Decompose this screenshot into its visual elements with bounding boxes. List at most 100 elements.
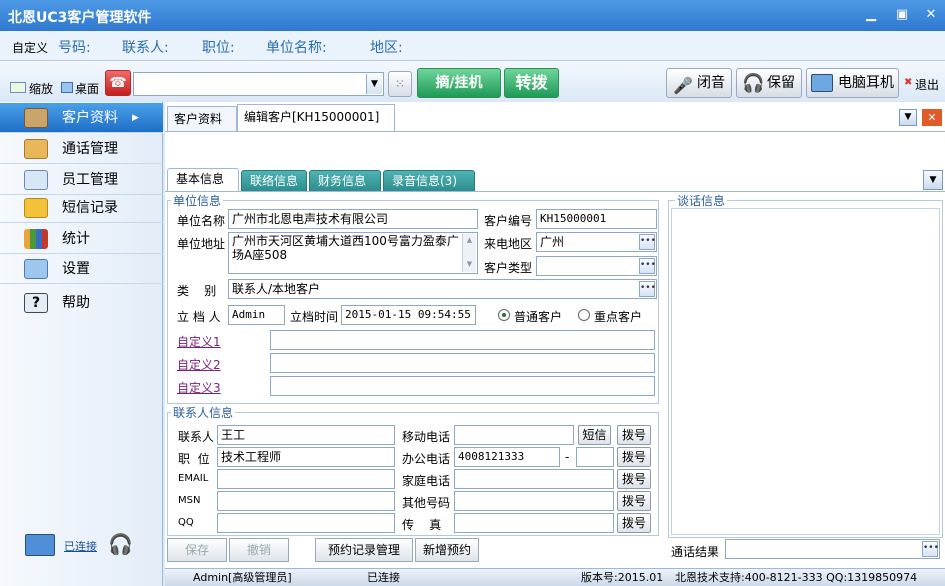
more-icon[interactable]: ••• bbox=[639, 234, 656, 250]
new-appointment-button[interactable]: 新增预约 bbox=[415, 538, 479, 562]
tab-edit-customer[interactable]: 编辑客户[KH15000001] bbox=[237, 104, 395, 132]
subtabs-dropdown-icon[interactable]: ▼ bbox=[923, 170, 943, 190]
custom-field-3-input[interactable] bbox=[270, 376, 655, 396]
talk-info-title: 谈话信息 bbox=[675, 192, 728, 209]
contact-info-title: 联系人信息 bbox=[171, 404, 236, 421]
home-phone-input[interactable] bbox=[454, 469, 614, 489]
custom-field-1-link[interactable]: 自定义1 bbox=[177, 333, 221, 350]
cancel-button[interactable]: 撤销 bbox=[229, 538, 289, 562]
company-name-input[interactable]: 广州市北恩电声技术有限公司 bbox=[228, 209, 478, 229]
more-icon[interactable]: ••• bbox=[639, 258, 656, 274]
custom-label[interactable]: 自定义 bbox=[12, 39, 48, 56]
save-button[interactable]: 保存 bbox=[167, 538, 227, 562]
mobile-label: 移动电话 bbox=[402, 430, 451, 444]
subtab-contact[interactable]: 联络信息 bbox=[241, 170, 307, 192]
office-phone-input[interactable]: 4008121333 bbox=[454, 447, 560, 467]
email-input[interactable] bbox=[217, 469, 395, 489]
subtab-finance[interactable]: 财务信息 bbox=[309, 170, 381, 192]
bar-chart-icon bbox=[24, 229, 48, 249]
phone-icon[interactable]: ☎ bbox=[105, 70, 131, 96]
key-customer-radio[interactable] bbox=[578, 309, 590, 321]
customer-code-input[interactable]: KH15000001 bbox=[536, 209, 657, 229]
transfer-button[interactable]: 转拨 bbox=[504, 68, 559, 98]
call-area-input[interactable]: 广州 ••• bbox=[536, 232, 657, 252]
creator-input[interactable]: Admin bbox=[228, 305, 285, 325]
appointment-records-button[interactable]: 预约记录管理 bbox=[315, 538, 413, 562]
dial-home-button[interactable]: 拨号 bbox=[617, 469, 651, 489]
connection-headset-icon: 🎧 bbox=[108, 532, 133, 556]
contact-name-input[interactable]: 王工 bbox=[217, 425, 395, 445]
exit-button[interactable]: 退出 bbox=[915, 76, 939, 93]
close-tab-icon[interactable]: ✕ bbox=[922, 109, 942, 126]
sidebar-item-customers[interactable]: 客户资料 ▶ bbox=[0, 103, 163, 133]
customer-type-input[interactable]: ••• bbox=[536, 256, 657, 276]
tabs-dropdown-icon[interactable]: ▼ bbox=[899, 109, 917, 126]
sidebar-item-calls[interactable]: 通话管理 bbox=[0, 134, 163, 164]
subtab-recordings[interactable]: 录音信息(3) bbox=[383, 170, 475, 192]
custom-field-1-input[interactable] bbox=[270, 330, 655, 350]
other-number-input[interactable] bbox=[454, 491, 614, 511]
sidebar-item-sms[interactable]: 短信记录 bbox=[0, 193, 163, 223]
tab-customer-list[interactable]: 客户资料 bbox=[167, 106, 237, 132]
hold-button[interactable]: 🎧 保留 bbox=[736, 68, 802, 98]
chevron-down-icon[interactable]: ▼ bbox=[366, 74, 382, 94]
contact-name-label: 联系人 bbox=[178, 430, 215, 444]
fax-input[interactable] bbox=[454, 513, 614, 533]
custom-field-2-link[interactable]: 自定义2 bbox=[177, 356, 221, 373]
more-icon[interactable]: ••• bbox=[639, 281, 656, 297]
dial-hangup-button[interactable]: 摘/挂机 bbox=[417, 68, 501, 98]
create-time-label: 立档时间 bbox=[290, 310, 339, 324]
phone-number-combo[interactable]: ▼ bbox=[133, 72, 384, 96]
headphone-icon: 🎧 bbox=[742, 73, 765, 94]
more-icon[interactable]: ••• bbox=[922, 541, 939, 557]
talk-info-textarea[interactable] bbox=[671, 208, 940, 535]
custom-field-2-input[interactable] bbox=[270, 353, 655, 373]
zoom-icon bbox=[10, 82, 26, 93]
status-support: 北恩技术支持:400-8121-333 QQ:1319850974 bbox=[675, 571, 918, 584]
mobile-input[interactable] bbox=[454, 425, 574, 445]
window-title: 北恩UC3客户管理软件 bbox=[8, 10, 152, 26]
normal-customer-radio[interactable] bbox=[498, 309, 510, 321]
custom-field-3-link[interactable]: 自定义3 bbox=[177, 379, 221, 396]
category-input[interactable]: 联系人/本地客户 ••• bbox=[228, 279, 657, 299]
msn-label: MSN bbox=[178, 495, 201, 506]
sidebar-item-staff[interactable]: 员工管理 bbox=[0, 165, 163, 195]
qq-input[interactable] bbox=[217, 513, 395, 533]
envelope-icon bbox=[24, 198, 48, 218]
microphone-icon: 🎤 bbox=[673, 76, 693, 95]
desktop-button[interactable]: 桌面 bbox=[75, 80, 99, 97]
status-user: Admin[高级管理员] bbox=[193, 571, 292, 584]
msn-input[interactable] bbox=[217, 491, 395, 511]
sidebar-item-help[interactable]: ? 帮助 bbox=[0, 288, 163, 318]
contact-label: 联系人: bbox=[122, 40, 169, 56]
computer-headset-icon bbox=[811, 74, 833, 92]
address-textarea[interactable]: 广州市天河区黄埔大道西100号富力盈泰广场A座508 ▲ ▼ bbox=[228, 232, 478, 274]
office-phone-label: 办公电话 bbox=[402, 452, 451, 466]
minimize-button[interactable]: ▁ bbox=[862, 7, 880, 23]
sidebar-item-settings[interactable]: 设置 bbox=[0, 254, 163, 284]
keypad-icon[interactable]: ⁙ bbox=[388, 71, 412, 97]
creator-label: 立 档 人 bbox=[177, 310, 221, 324]
mute-button[interactable]: 🎤 闭音 bbox=[666, 68, 732, 98]
qq-label: QQ bbox=[178, 517, 194, 528]
call-result-input[interactable]: ••• bbox=[725, 539, 940, 559]
close-button[interactable]: ✕ bbox=[922, 7, 940, 23]
contact-position-input[interactable]: 技术工程师 bbox=[217, 447, 395, 467]
zoom-button[interactable]: 缩放 bbox=[29, 80, 53, 97]
main-panel: 客户资料 编辑客户[KH15000001] ▼ ✕ 基本信息 联络信息 财务信息… bbox=[165, 102, 945, 568]
dial-office-button[interactable]: 拨号 bbox=[617, 447, 651, 467]
sms-button[interactable]: 短信 bbox=[578, 425, 611, 445]
create-time-input[interactable]: 2015-01-15 09:54:55 bbox=[341, 305, 476, 325]
maximize-button[interactable]: ▣ bbox=[893, 7, 911, 23]
headset-button[interactable]: 电脑耳机 bbox=[806, 68, 899, 98]
dial-fax-button[interactable]: 拨号 bbox=[617, 513, 651, 533]
subtab-basic[interactable]: 基本信息 bbox=[167, 168, 239, 192]
dial-mobile-button[interactable]: 拨号 bbox=[617, 425, 651, 445]
dial-other-button[interactable]: 拨号 bbox=[617, 491, 651, 511]
number-label: 号码: bbox=[58, 40, 91, 56]
unit-info-group bbox=[167, 200, 659, 404]
sidebar-item-stats[interactable]: 统计 bbox=[0, 224, 163, 254]
category-label: 类 别 bbox=[177, 284, 217, 298]
scrollbar[interactable]: ▲ ▼ bbox=[462, 234, 476, 272]
extension-input[interactable] bbox=[576, 447, 614, 467]
